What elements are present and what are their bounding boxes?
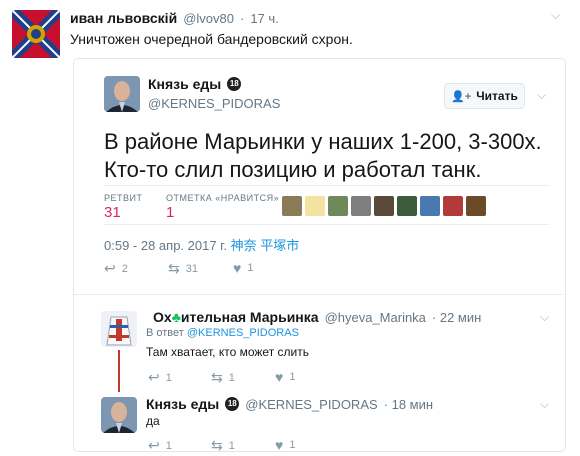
chevron-down-icon[interactable]: ⌵ (540, 310, 549, 325)
likes-label: ОТМЕТКА «НРАВИТСЯ» (166, 193, 280, 203)
retweet-action[interactable]: ⇆ 1 (211, 369, 235, 386)
quoted-timestamp[interactable]: 0:59 - 28 апр. 2017 г. (104, 238, 227, 253)
liker-avatar[interactable] (374, 196, 394, 216)
reply-count: 1 (165, 439, 172, 452)
retweet-icon: ⇆ (168, 260, 180, 276)
person-avatar-icon (101, 397, 137, 433)
reply1-author-handle[interactable]: @hyeva_Marinka (325, 310, 426, 325)
reply1-author-name[interactable]: Ох♣ительная Марьинка (153, 309, 319, 325)
like-action[interactable]: ♥ 1 (275, 437, 295, 453)
conversation-card (73, 58, 566, 452)
heart-icon: ♥ (275, 369, 284, 385)
reply-action[interactable]: ↩ 2 (104, 260, 128, 277)
quoted-location[interactable]: 神奈 平塚市 (231, 238, 300, 253)
retweets-count[interactable]: 31 (104, 204, 121, 221)
like-count: 1 (247, 262, 254, 274)
retweets-label: РЕТВИТ (104, 193, 143, 203)
liker-avatar[interactable] (420, 196, 440, 216)
separator-dot: · (239, 10, 245, 26)
retweet-action[interactable]: ⇆ 1 (211, 437, 235, 454)
quoted-author-name[interactable]: Князь еды (148, 76, 221, 92)
retweet-count: 31 (185, 262, 198, 275)
heart-icon: ♥ (275, 437, 284, 453)
reply2-text: да (146, 414, 160, 428)
reply-count: 2 (121, 262, 128, 275)
reply-icon: ↩ (148, 369, 160, 385)
reply-action[interactable]: ↩ 1 (148, 369, 172, 386)
like-count: 1 (289, 439, 296, 451)
chevron-down-icon[interactable]: ⌵ (537, 88, 546, 103)
retweet-count: 1 (228, 439, 235, 452)
chevron-down-icon[interactable]: ⌵ (540, 397, 549, 412)
retweet-action[interactable]: ⇆ 31 (168, 260, 198, 277)
person-avatar-icon (104, 76, 140, 112)
follow-button[interactable]: 👤+ Читать (444, 83, 525, 109)
quoted-tweet-text-line2: Кто-то слил позицию и работал танк. (104, 157, 482, 182)
liker-avatar[interactable] (351, 196, 371, 216)
age-18-badge-icon: 18 (225, 397, 240, 411)
quoted-author-handle[interactable]: @KERNES_PIDORAS (148, 96, 280, 111)
thread-connector-line (118, 350, 120, 392)
liker-avatar[interactable] (443, 196, 463, 216)
tweet-author-handle[interactable]: @lvov80 (183, 11, 234, 26)
liker-avatar[interactable] (328, 196, 348, 216)
reply2-time[interactable]: · 18 мин (384, 397, 433, 412)
avatar-kernes[interactable] (104, 76, 140, 112)
reply2-author-handle[interactable]: @KERNES_PIDORAS (245, 397, 377, 412)
reply-icon: ↩ (104, 260, 116, 276)
avatar-hyeva-marinka[interactable] (101, 311, 137, 347)
reply-count: 1 (165, 371, 172, 384)
reply1-reply-to-label: В ответ (146, 327, 184, 339)
liker-avatars (282, 196, 486, 216)
novorossiya-flag-icon (12, 10, 60, 58)
follow-button-label: Читать (476, 89, 518, 103)
reply1-name-prefix: Ох (153, 309, 172, 325)
liker-avatar[interactable] (397, 196, 417, 216)
follow-person-icon: 👤+ (451, 90, 472, 103)
retweet-icon: ⇆ (211, 369, 223, 385)
reply1-time[interactable]: · 22 мин (432, 310, 481, 325)
likes-count[interactable]: 1 (166, 204, 174, 221)
tweet-time[interactable]: 17 ч. (250, 11, 278, 26)
reply-icon: ↩ (148, 437, 160, 453)
quoted-tweet-text-line1: В районе Марьинки у наших 1-200, 3-300х. (104, 129, 542, 154)
heart-icon: ♥ (233, 260, 242, 276)
tweet-text: Уничтожен очередной бандеровский схрон. (70, 31, 353, 47)
like-action[interactable]: ♥ 1 (275, 369, 295, 385)
retweet-count: 1 (228, 371, 235, 384)
chevron-down-icon[interactable]: ⌵ (551, 8, 560, 23)
avatar-lvov80[interactable] (12, 10, 60, 58)
tweet-author-name[interactable]: иван львовскій (70, 10, 177, 26)
like-action[interactable]: ♥ 1 (233, 260, 253, 276)
liker-avatar[interactable] (282, 196, 302, 216)
reply1-reply-to-handle[interactable]: @KERNES_PIDORAS (187, 327, 299, 339)
reply-action[interactable]: ↩ 1 (148, 437, 172, 454)
clover-icon: ♣ (171, 309, 181, 325)
liker-avatar[interactable] (305, 196, 325, 216)
retweet-icon: ⇆ (211, 437, 223, 453)
avatar-kernes[interactable] (101, 397, 137, 433)
age-18-badge-icon: 18 (227, 77, 242, 91)
reply1-name-suffix: ительная Марьинка (180, 309, 319, 325)
reply2-author-name[interactable]: Князь еды (146, 396, 219, 412)
liker-avatar[interactable] (466, 196, 486, 216)
embroidered-shirt-avatar-icon (101, 311, 137, 347)
reply1-text: Там хватает, кто может слить (146, 345, 309, 359)
like-count: 1 (289, 371, 296, 383)
